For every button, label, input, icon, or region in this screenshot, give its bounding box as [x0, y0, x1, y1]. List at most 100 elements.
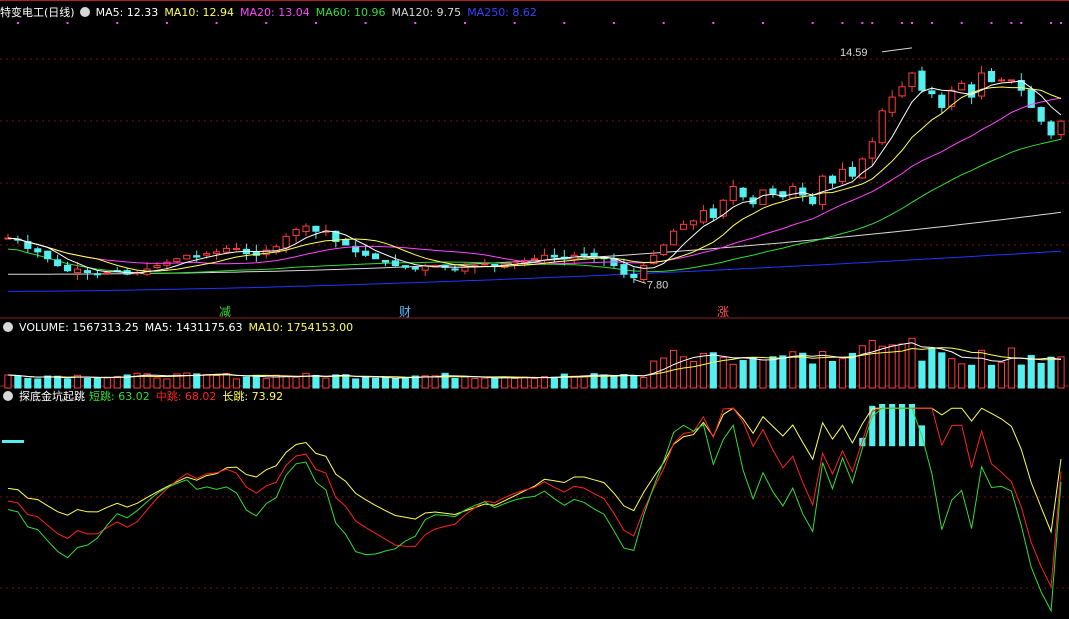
- volume-bar: [24, 377, 32, 389]
- volume-bar: [421, 375, 429, 389]
- candle-body: [371, 253, 380, 260]
- candle-body: [213, 251, 221, 255]
- candle-body: [73, 268, 82, 274]
- volume-bar: [252, 374, 260, 389]
- volume-bar: [282, 376, 290, 389]
- candle-body: [580, 253, 588, 256]
- signal-dot: [930, 22, 933, 24]
- volume-bar: [729, 363, 737, 389]
- volume-bar: [461, 376, 469, 389]
- event-marker-reduce[interactable]: 减: [219, 305, 231, 319]
- candle-body: [888, 96, 896, 113]
- event-marker-rise[interactable]: 涨: [717, 305, 729, 319]
- volume-bar: [749, 357, 757, 389]
- volume-settings-dot-icon[interactable]: [3, 322, 13, 332]
- kline-chart[interactable]: 14.59 7.80: [0, 0, 1069, 619]
- candle-body: [819, 175, 827, 205]
- volume-bar: [610, 376, 618, 389]
- candle-body: [222, 247, 231, 253]
- candle-body: [183, 254, 191, 260]
- signal-dot: [66, 22, 69, 24]
- volume-bar: [640, 376, 648, 389]
- volume-bar: [719, 357, 727, 389]
- volume-bar: [451, 377, 459, 389]
- candle-body: [173, 258, 181, 263]
- candle-body: [938, 94, 946, 108]
- candle-body: [828, 175, 837, 184]
- candle-body: [63, 264, 72, 272]
- volume-bar: [312, 374, 320, 389]
- volume-bar: [858, 345, 866, 389]
- mid-jump-label: 中跳: 68.02: [155, 390, 217, 403]
- candle-body: [1057, 120, 1065, 136]
- signal-dot: [215, 22, 218, 24]
- candle-body: [838, 168, 847, 182]
- candle-body: [709, 208, 717, 218]
- volume-bar: [1017, 364, 1025, 389]
- volume-bar: [1037, 362, 1045, 389]
- ma5-label: MA5: 12.33: [95, 6, 159, 19]
- event-marker-finance[interactable]: 财: [399, 305, 411, 319]
- indicator-bar: [908, 404, 916, 447]
- volume-bar: [848, 352, 856, 389]
- ma20-line: [7, 97, 1062, 265]
- volume-bar: [491, 377, 499, 389]
- candle-body: [381, 259, 390, 263]
- candle-body: [868, 141, 876, 159]
- volume-bar: [819, 351, 827, 389]
- candle-body: [848, 166, 856, 177]
- signal-dot: [1060, 22, 1063, 24]
- signal-dot: [841, 22, 844, 24]
- short-moving-averages: [7, 80, 1062, 274]
- ma10-label: MA10: 12.94: [164, 6, 235, 19]
- signal-dot: [662, 22, 665, 24]
- candle-body: [729, 186, 737, 202]
- volume-bar: [222, 373, 231, 389]
- volume-bar: [779, 355, 787, 389]
- candle-body: [83, 270, 92, 273]
- volume-bar: [699, 352, 707, 389]
- candle-body: [809, 196, 817, 205]
- volume-bar: [1057, 356, 1065, 389]
- volume-bar: [948, 358, 956, 389]
- volume-bar: [511, 377, 519, 389]
- volume-bar: [520, 376, 529, 389]
- candle-body: [491, 263, 499, 267]
- volume-bars: [4, 337, 1065, 389]
- high-price-label: 14.59: [840, 47, 868, 59]
- candle-body: [918, 70, 926, 91]
- candle-body: [987, 71, 996, 83]
- candle-body: [530, 258, 539, 261]
- volume-bar: [997, 361, 1006, 389]
- candle-body: [93, 273, 101, 276]
- candle-body: [481, 263, 489, 266]
- volume-bar: [630, 375, 638, 389]
- candle-body: [282, 235, 290, 249]
- price-panel-header: 特变电工(日线) MA5: 12.33 MA10: 12.94 MA20: 13.04…: [0, 4, 543, 22]
- candle-body: [401, 265, 409, 268]
- signal-dot: [911, 22, 914, 24]
- volume-bar: [550, 376, 558, 389]
- candle-body: [1037, 107, 1045, 122]
- volume-bar: [689, 361, 698, 389]
- ma120-label: MA120: 9.75: [391, 6, 462, 19]
- signal-dot: [811, 22, 814, 24]
- short-jump-label: 短跳: 63.02: [89, 390, 150, 403]
- low-price-label: 7.80: [647, 279, 668, 291]
- volume-bar: [958, 363, 966, 389]
- candle-body: [411, 266, 419, 270]
- signal-dot: [364, 22, 367, 24]
- volume-bar: [938, 352, 946, 389]
- volume-bar: [828, 360, 837, 389]
- indicator-bar: [2, 440, 24, 443]
- volume-bar: [530, 377, 539, 389]
- candle-body: [153, 265, 161, 268]
- volume-bar: [809, 363, 817, 389]
- signal-dot: [463, 22, 466, 24]
- settings-dot-icon[interactable]: [79, 7, 90, 17]
- indicator-settings-dot-icon[interactable]: [3, 391, 13, 401]
- volume-bar: [580, 375, 588, 389]
- volume-bar: [213, 375, 221, 389]
- signal-dot: [165, 22, 168, 24]
- volume-bar: [371, 377, 380, 389]
